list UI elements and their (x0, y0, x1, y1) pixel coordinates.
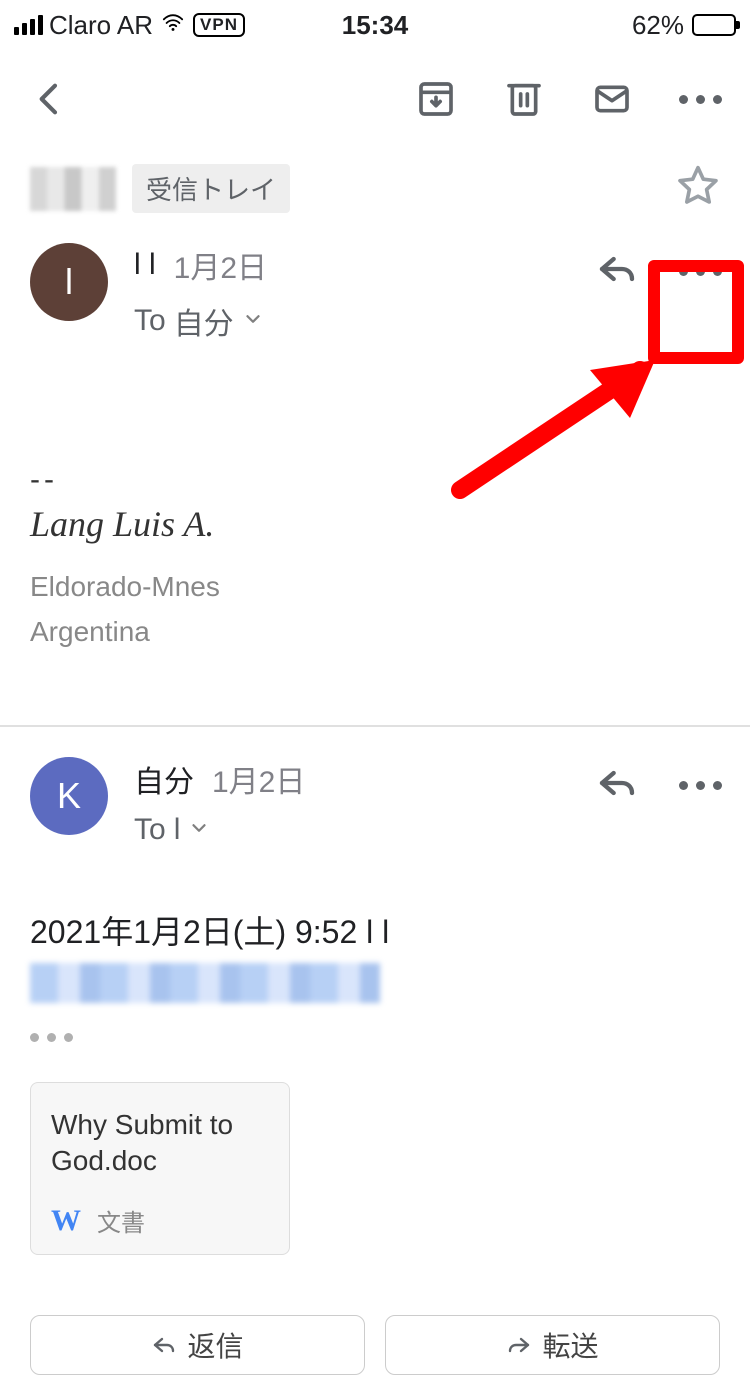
chevron-down-icon (188, 813, 210, 847)
message-more-button[interactable] (680, 765, 720, 805)
mark-unread-button[interactable] (592, 79, 632, 119)
to-prefix: To (134, 813, 166, 847)
to-prefix: To (134, 304, 166, 338)
star-button[interactable] (676, 164, 720, 213)
forward-action-button[interactable]: 転送 (385, 1315, 720, 1375)
status-bar: Claro AR VPN 15:34 62% (0, 0, 750, 44)
status-right: 62% (632, 10, 736, 41)
reply-button[interactable] (594, 763, 640, 808)
status-time: 15:34 (342, 10, 409, 41)
message-1-body: -- Lang Luis A. Eldorado-Mnes Argentina (0, 343, 750, 685)
reply-button[interactable] (594, 249, 640, 294)
to-value: 自分 (174, 299, 234, 343)
subject-redacted (30, 167, 116, 211)
quoted-email-redacted (30, 963, 380, 1003)
annotation-highlight-box (648, 260, 744, 364)
sender-name[interactable]: l l (134, 248, 156, 282)
sender-avatar[interactable]: l (30, 243, 108, 321)
battery-icon (688, 14, 736, 36)
message-1-header: l l l 1月2日 To 自分 (0, 213, 750, 343)
back-button[interactable] (30, 79, 70, 119)
sender-name[interactable]: 自分 (134, 757, 194, 801)
word-doc-icon: W (51, 1204, 81, 1238)
more-button[interactable] (680, 79, 720, 119)
toolbar (0, 44, 750, 154)
signature-name: Lang Luis A. (30, 503, 720, 545)
delete-button[interactable] (504, 79, 544, 119)
expand-quoted-button[interactable] (30, 1033, 720, 1042)
sender-avatar[interactable]: K (30, 757, 108, 835)
cellular-signal-icon (14, 15, 43, 35)
chevron-down-icon (242, 304, 264, 338)
signature-location: Eldorado-Mnes Argentina (30, 565, 720, 655)
quoted-header-line: 2021年1月2日(土) 9:52 l l (0, 907, 750, 953)
vpn-badge: VPN (193, 13, 245, 37)
archive-button[interactable] (416, 79, 456, 119)
message-date: 1月2日 (212, 757, 305, 801)
signature-separator: -- (30, 463, 720, 497)
to-value: l (174, 813, 181, 847)
recipient-toggle[interactable]: To l (134, 813, 568, 847)
inbox-label-chip[interactable]: 受信トレイ (132, 164, 290, 213)
battery-percent: 62% (632, 10, 684, 41)
message-2-header: K 自分 1月2日 To l (0, 727, 750, 847)
attachment-card[interactable]: Why Submit to God.doc W 文書 (30, 1082, 290, 1256)
bottom-actions: 返信 転送 (0, 1255, 750, 1375)
message-date: 1月2日 (174, 243, 267, 287)
carrier-label: Claro AR (49, 10, 153, 41)
subject-row: 受信トレイ (0, 154, 750, 213)
attachment-filename: Why Submit to God.doc (51, 1107, 269, 1180)
reply-action-button[interactable]: 返信 (30, 1315, 365, 1375)
status-left: Claro AR VPN (14, 10, 245, 41)
attachment-type-label: 文書 (97, 1203, 145, 1238)
recipient-toggle[interactable]: To 自分 (134, 299, 568, 343)
wifi-icon (159, 10, 187, 41)
